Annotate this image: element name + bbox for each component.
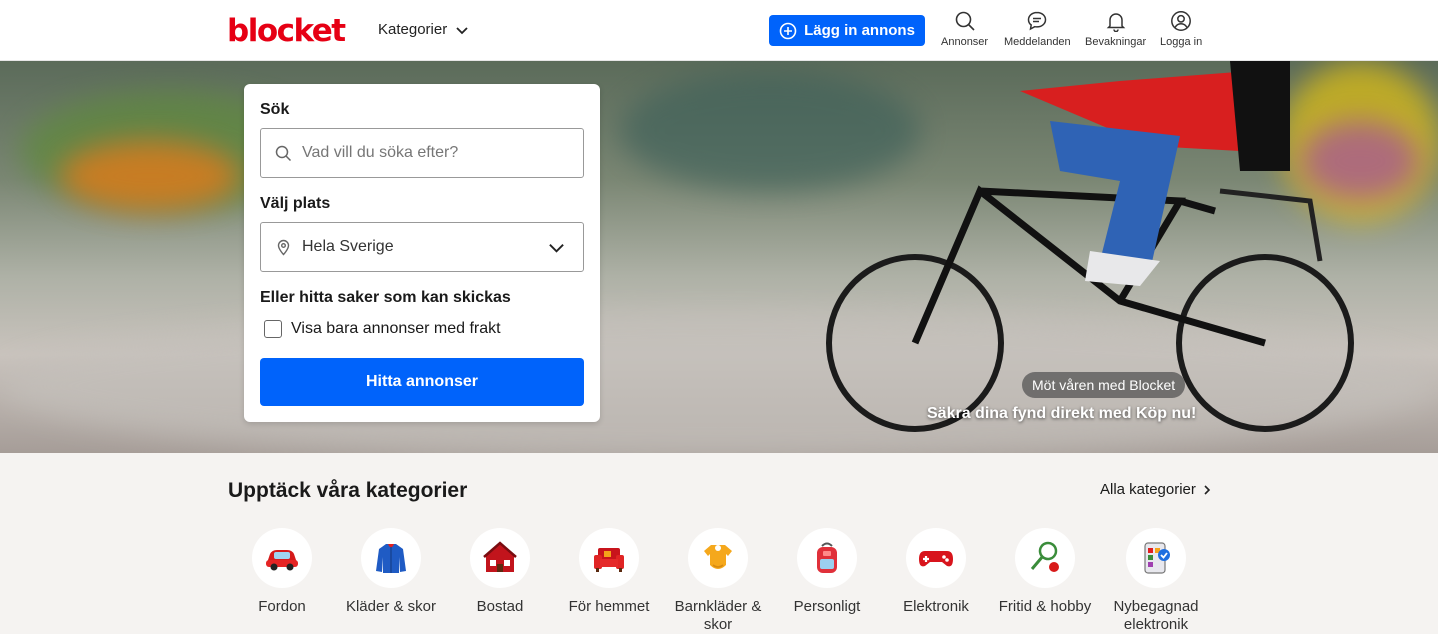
category-for-hemmet[interactable]: För hemmet	[557, 528, 661, 616]
category-label: Kläder & skor	[345, 598, 437, 615]
category-nybegagnad-circle	[1126, 528, 1186, 588]
shipping-title: Eller hitta saker som kan skickas	[260, 289, 511, 306]
shipping-checkbox-label: Visa bara annonser med frakt	[291, 320, 501, 337]
category-label: Fordon	[258, 598, 306, 615]
category-bostad[interactable]: Bostad	[448, 528, 552, 616]
post-ad-button[interactable]: Lägg in annons	[769, 15, 925, 46]
category-personligt[interactable]: Personligt	[775, 528, 879, 616]
nav-logga-in[interactable]: Logga in	[1160, 10, 1202, 48]
search-title: Sök	[260, 101, 290, 118]
chevron-down-icon	[456, 26, 468, 34]
search-field[interactable]	[260, 128, 584, 178]
phone-icon	[1144, 542, 1170, 574]
user-icon	[1171, 11, 1192, 31]
nav-annonser[interactable]: Annonser	[941, 10, 988, 48]
nav-annonser-label: Annonser	[941, 36, 989, 48]
nav-bevakningar-label: Bevakningar	[1085, 36, 1147, 48]
category-klader-circle	[361, 528, 421, 588]
category-fordon[interactable]: Fordon	[230, 528, 334, 616]
categories-title: Upptäck våra kategorier	[228, 479, 468, 502]
hero-banner: Sök Välj plats Hela Sverige Eller hitta …	[0, 61, 1438, 453]
promo-tag[interactable]: Möt våren med Blocket	[1022, 372, 1186, 398]
search-icon	[275, 145, 292, 161]
search-icon	[955, 11, 975, 31]
category-label: För hemmet	[568, 598, 650, 615]
backpack-icon	[817, 542, 837, 573]
nav-meddelanden[interactable]: Meddelanden	[1004, 10, 1071, 48]
place-value: Hela Sverige	[302, 238, 394, 255]
site-header: blocket Kategorier Lägg in annons Annons…	[0, 0, 1438, 61]
find-ads-button[interactable]: Hitta annonser	[260, 358, 584, 406]
category-elektronik-circle	[906, 528, 966, 588]
baby-clothes-icon	[704, 545, 732, 569]
category-label: Personligt	[793, 598, 861, 615]
category-label: Elektronik	[903, 598, 969, 615]
category-barnklader-circle	[688, 528, 748, 588]
category-klader-skor[interactable]: Kläder & skor	[339, 528, 443, 616]
location-pin-icon	[277, 239, 290, 256]
tennis-icon	[1030, 541, 1059, 572]
category-elektronik[interactable]: Elektronik	[884, 528, 988, 616]
category-bostad-circle	[470, 528, 530, 588]
category-fritid-hobby[interactable]: Fritid & hobby	[993, 528, 1097, 616]
category-personligt-circle	[797, 528, 857, 588]
plus-circle-icon	[779, 22, 797, 39]
bell-icon	[1106, 13, 1125, 32]
nav-meddelanden-label: Meddelanden	[1004, 36, 1071, 48]
search-panel: Sök Välj plats Hela Sverige Eller hitta …	[244, 84, 600, 422]
category-fritid-circle	[1015, 528, 1075, 588]
all-categories-link[interactable]: Alla kategorier	[1100, 481, 1212, 498]
car-icon	[266, 550, 298, 571]
category-fordon-circle	[252, 528, 312, 588]
place-select[interactable]: Hela Sverige	[260, 222, 584, 272]
chat-icon	[1028, 11, 1047, 31]
chevron-down-icon	[549, 243, 564, 253]
category-nybegagnad-elektronik[interactable]: Nybegagnad elektronik	[1102, 528, 1210, 634]
nav-bevakningar[interactable]: Bevakningar	[1085, 10, 1146, 48]
gamepad-icon	[919, 551, 953, 567]
all-categories-label: Alla kategorier	[1100, 481, 1196, 498]
shipping-checkbox-row[interactable]: Visa bara annonser med frakt	[264, 320, 501, 338]
categories-menu[interactable]: Kategorier	[378, 21, 469, 38]
category-label: Nybegagnad elektronik	[1113, 598, 1199, 633]
jacket-icon	[376, 544, 406, 573]
post-ad-label: Lägg in annons	[804, 22, 915, 39]
category-label: Fritid & hobby	[998, 598, 1092, 615]
blocket-logo[interactable]: blocket	[227, 13, 346, 49]
category-barnklader[interactable]: Barnkläder & skor	[666, 528, 770, 634]
sofa-icon	[594, 548, 624, 572]
shipping-checkbox[interactable]	[264, 320, 282, 338]
category-label: Bostad	[476, 598, 524, 615]
categories-menu-label: Kategorier	[378, 21, 448, 38]
house-icon	[483, 541, 517, 572]
chevron-right-icon	[1204, 484, 1211, 495]
nav-logga-in-label: Logga in	[1160, 36, 1203, 48]
promo-text[interactable]: Säkra dina fynd direkt med Köp nu!	[927, 405, 1196, 423]
category-hemmet-circle	[579, 528, 639, 588]
category-label: Barnkläder & skor	[674, 598, 762, 633]
search-input[interactable]	[302, 144, 562, 162]
place-label: Välj plats	[260, 195, 331, 212]
